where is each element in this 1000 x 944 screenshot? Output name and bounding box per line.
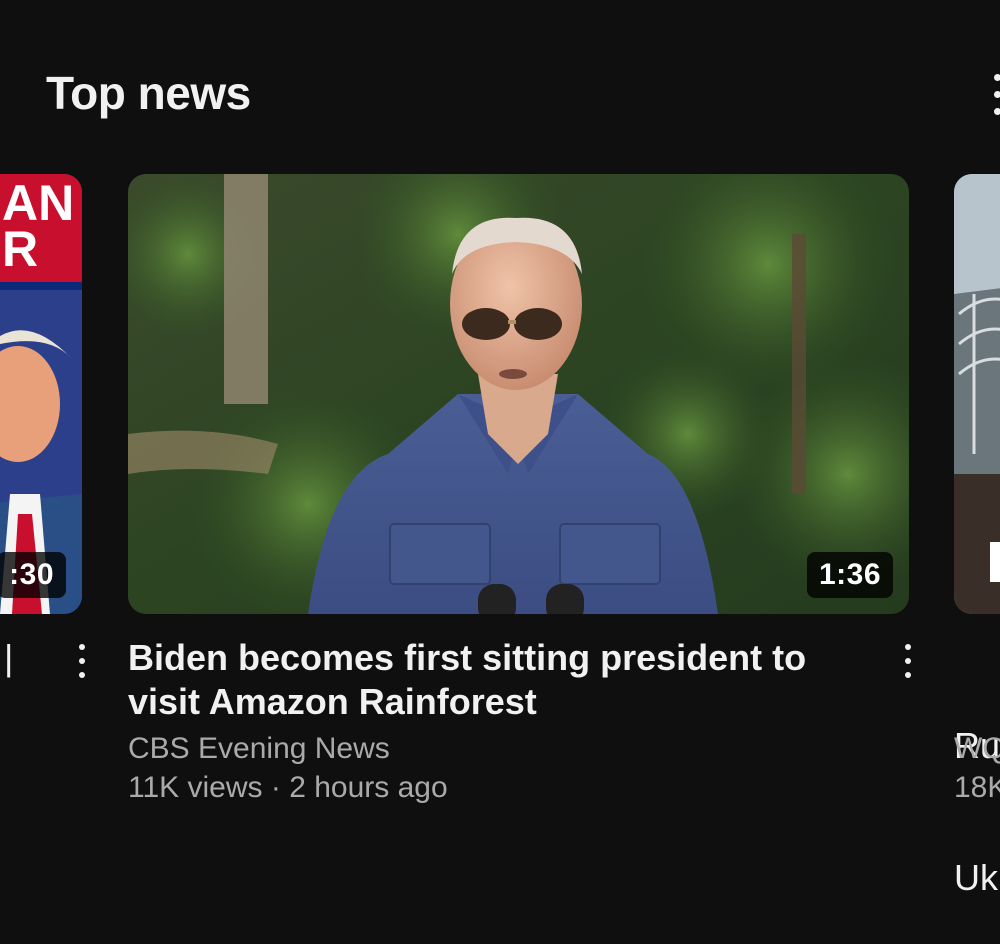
separator: · [270, 771, 281, 804]
section-title: Top news [46, 67, 251, 119]
view-count-right: 18K [954, 771, 1000, 804]
video-duration-badge: :30 [0, 552, 66, 598]
dot [79, 658, 85, 664]
video-thumbnail-right[interactable] [954, 174, 1000, 614]
thumbnail-banner-text: AN [2, 175, 75, 231]
dot [905, 672, 911, 678]
thumbnail-image-right [954, 174, 1000, 614]
view-count: 11K views [128, 771, 263, 804]
video-thumbnail-left[interactable]: AN R :30 [0, 174, 82, 614]
section-more-options-icon[interactable] [990, 70, 1000, 120]
video-duration-badge: 1:36 [806, 552, 893, 598]
dot [905, 644, 911, 650]
more-options-icon[interactable] [899, 642, 919, 686]
dot [994, 108, 1000, 115]
channel-name-right[interactable]: WQ [954, 732, 1000, 766]
dot [905, 658, 911, 664]
dot [79, 644, 85, 650]
upload-age: 2 hours ago [289, 771, 448, 804]
video-title[interactable]: Biden becomes first sitting president to… [128, 636, 868, 724]
dot [994, 91, 1000, 98]
video-title-left[interactable]: | [4, 636, 13, 680]
dot [79, 672, 85, 678]
video-title-line: Uk [954, 857, 998, 898]
video-thumbnail-main[interactable]: 1:36 [128, 174, 909, 614]
dot [994, 74, 1000, 81]
thumbnail-banner-text: R [2, 221, 39, 277]
thumbnail-image-main [128, 174, 909, 614]
video-metadata: 11K views · 2 hours ago [128, 771, 448, 805]
channel-name[interactable]: CBS Evening News [128, 732, 390, 766]
more-options-icon[interactable] [73, 642, 93, 686]
